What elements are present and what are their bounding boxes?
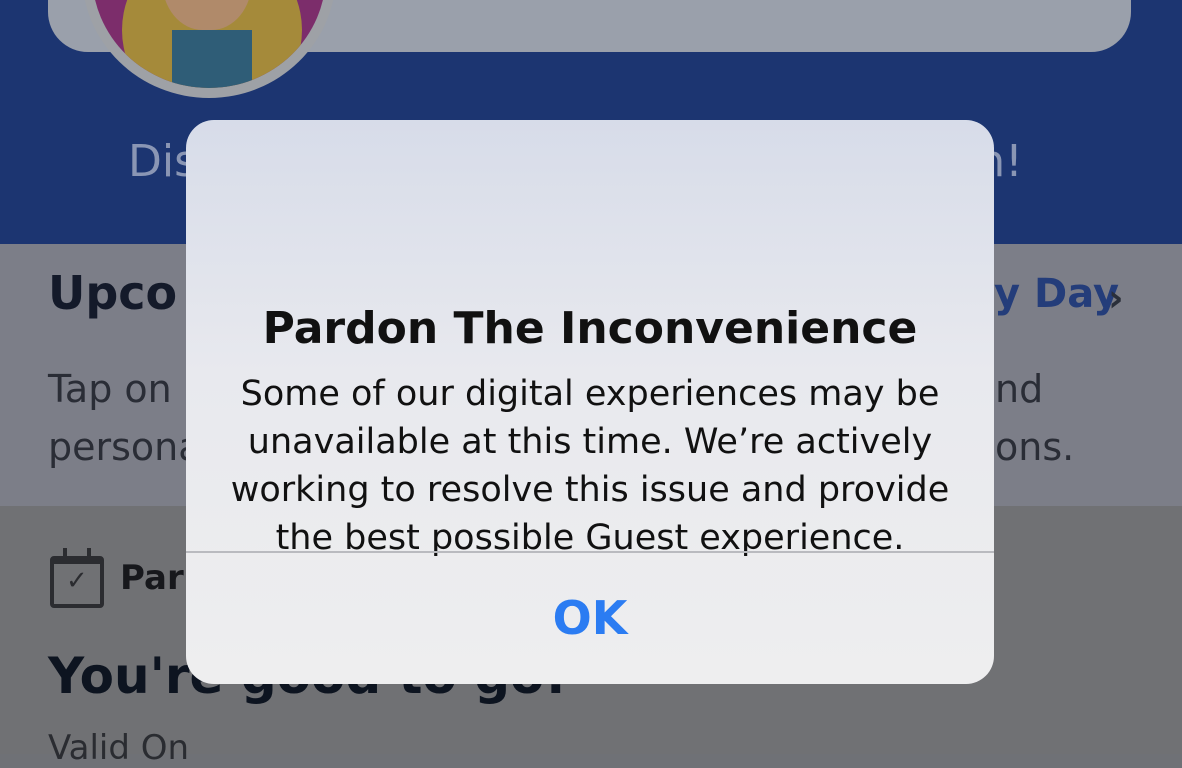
ok-button[interactable]: OK [186, 553, 994, 684]
alert-dialog: Pardon The Inconvenience Some of our dig… [186, 120, 994, 684]
alert-title: Pardon The Inconvenience [262, 303, 918, 354]
alert-message: Some of our digital experiences may be u… [230, 374, 950, 558]
